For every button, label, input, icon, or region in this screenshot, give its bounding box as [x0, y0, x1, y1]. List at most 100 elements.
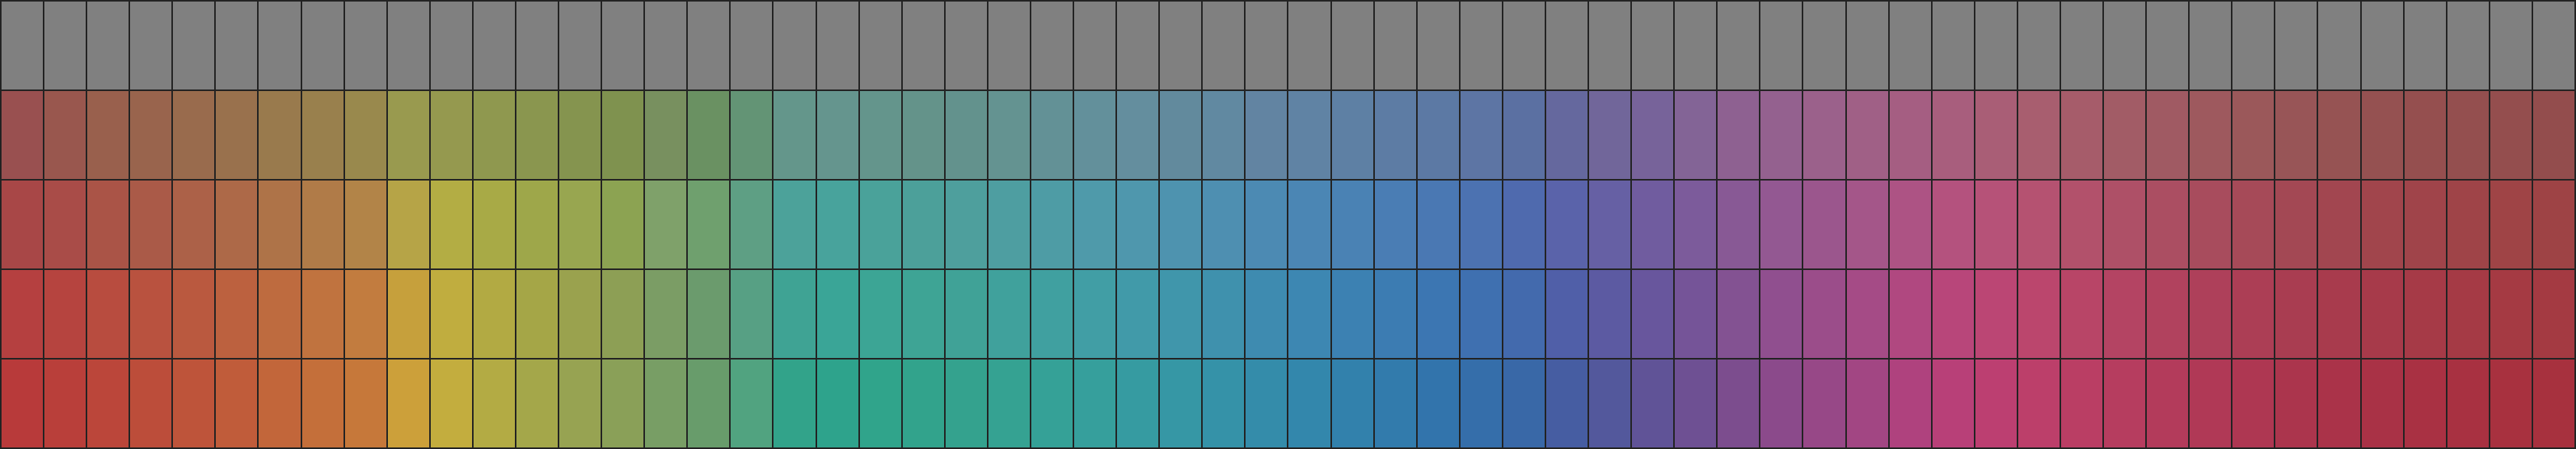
color-swatch[interactable]	[430, 91, 472, 179]
color-swatch[interactable]	[2275, 270, 2317, 358]
color-swatch[interactable]	[1932, 181, 1974, 268]
color-swatch[interactable]	[2232, 2, 2275, 89]
color-swatch[interactable]	[1503, 2, 1545, 89]
color-swatch[interactable]	[1074, 2, 1116, 89]
color-swatch[interactable]	[2275, 2, 2317, 89]
color-swatch[interactable]	[2104, 2, 2146, 89]
color-swatch[interactable]	[216, 181, 258, 268]
color-swatch[interactable]	[1803, 181, 1845, 268]
color-swatch[interactable]	[2275, 360, 2317, 447]
color-swatch[interactable]	[602, 2, 644, 89]
color-swatch[interactable]	[1975, 91, 2017, 179]
color-swatch[interactable]	[902, 91, 944, 179]
color-swatch[interactable]	[774, 181, 816, 268]
color-swatch[interactable]	[1203, 181, 1245, 268]
color-swatch[interactable]	[1288, 270, 1330, 358]
color-swatch[interactable]	[344, 2, 386, 89]
color-swatch[interactable]	[1589, 181, 1631, 268]
color-swatch[interactable]	[1417, 181, 1459, 268]
color-swatch[interactable]	[1374, 181, 1416, 268]
color-swatch[interactable]	[301, 2, 344, 89]
color-swatch[interactable]	[2447, 91, 2489, 179]
color-swatch[interactable]	[1545, 270, 1588, 358]
color-swatch[interactable]	[1545, 2, 1588, 89]
color-swatch[interactable]	[1975, 270, 2017, 358]
color-swatch[interactable]	[1074, 91, 1116, 179]
color-swatch[interactable]	[259, 2, 301, 89]
color-swatch[interactable]	[2318, 270, 2360, 358]
color-swatch[interactable]	[1331, 91, 1373, 179]
color-swatch[interactable]	[2490, 360, 2532, 447]
color-swatch[interactable]	[731, 91, 773, 179]
color-swatch[interactable]	[1675, 181, 1717, 268]
color-swatch[interactable]	[344, 181, 386, 268]
color-swatch[interactable]	[2, 360, 44, 447]
color-swatch[interactable]	[731, 181, 773, 268]
color-swatch[interactable]	[602, 270, 644, 358]
color-swatch[interactable]	[1417, 2, 1459, 89]
color-swatch[interactable]	[602, 91, 644, 179]
color-swatch[interactable]	[1160, 91, 1202, 179]
color-swatch[interactable]	[130, 360, 172, 447]
color-swatch[interactable]	[1975, 181, 2017, 268]
color-swatch[interactable]	[301, 270, 344, 358]
color-swatch[interactable]	[1889, 360, 1931, 447]
color-swatch[interactable]	[1545, 181, 1588, 268]
color-swatch[interactable]	[2, 2, 44, 89]
color-swatch[interactable]	[2, 91, 44, 179]
color-swatch[interactable]	[2060, 270, 2103, 358]
color-swatch[interactable]	[945, 2, 987, 89]
color-swatch[interactable]	[516, 91, 559, 179]
color-swatch[interactable]	[1932, 270, 1974, 358]
color-swatch[interactable]	[645, 2, 687, 89]
color-swatch[interactable]	[1203, 2, 1245, 89]
color-swatch[interactable]	[387, 270, 429, 358]
color-swatch[interactable]	[1288, 91, 1330, 179]
color-swatch[interactable]	[2490, 91, 2532, 179]
color-swatch[interactable]	[2447, 270, 2489, 358]
color-swatch[interactable]	[344, 360, 386, 447]
color-swatch[interactable]	[774, 91, 816, 179]
color-swatch[interactable]	[645, 91, 687, 179]
color-swatch[interactable]	[2404, 360, 2446, 447]
color-swatch[interactable]	[2147, 91, 2189, 179]
color-swatch[interactable]	[1632, 360, 1674, 447]
color-swatch[interactable]	[259, 270, 301, 358]
color-swatch[interactable]	[688, 2, 730, 89]
color-swatch[interactable]	[1803, 360, 1845, 447]
color-swatch[interactable]	[902, 270, 944, 358]
color-swatch[interactable]	[1632, 270, 1674, 358]
color-swatch[interactable]	[945, 360, 987, 447]
color-swatch[interactable]	[1417, 360, 1459, 447]
color-swatch[interactable]	[2147, 181, 2189, 268]
color-swatch[interactable]	[1460, 181, 1502, 268]
color-swatch[interactable]	[344, 270, 386, 358]
color-swatch[interactable]	[1117, 270, 1159, 358]
color-swatch[interactable]	[2104, 270, 2146, 358]
color-swatch[interactable]	[988, 360, 1030, 447]
color-swatch[interactable]	[2190, 360, 2232, 447]
color-swatch[interactable]	[216, 2, 258, 89]
color-swatch[interactable]	[816, 91, 858, 179]
color-swatch[interactable]	[902, 360, 944, 447]
color-swatch[interactable]	[473, 2, 515, 89]
color-swatch[interactable]	[688, 91, 730, 179]
color-swatch[interactable]	[1160, 2, 1202, 89]
color-swatch[interactable]	[2060, 360, 2103, 447]
color-swatch[interactable]	[2361, 91, 2403, 179]
color-swatch[interactable]	[1331, 181, 1373, 268]
color-swatch[interactable]	[430, 360, 472, 447]
color-swatch[interactable]	[2, 181, 44, 268]
color-swatch[interactable]	[2104, 181, 2146, 268]
color-swatch[interactable]	[1503, 270, 1545, 358]
color-swatch[interactable]	[2017, 360, 2060, 447]
color-swatch[interactable]	[1203, 91, 1245, 179]
color-swatch[interactable]	[1632, 2, 1674, 89]
color-swatch[interactable]	[1760, 360, 1802, 447]
color-swatch[interactable]	[1074, 181, 1116, 268]
color-swatch[interactable]	[1246, 181, 1288, 268]
color-swatch[interactable]	[688, 270, 730, 358]
color-swatch[interactable]	[1460, 270, 1502, 358]
color-swatch[interactable]	[1160, 360, 1202, 447]
color-swatch[interactable]	[1246, 270, 1288, 358]
